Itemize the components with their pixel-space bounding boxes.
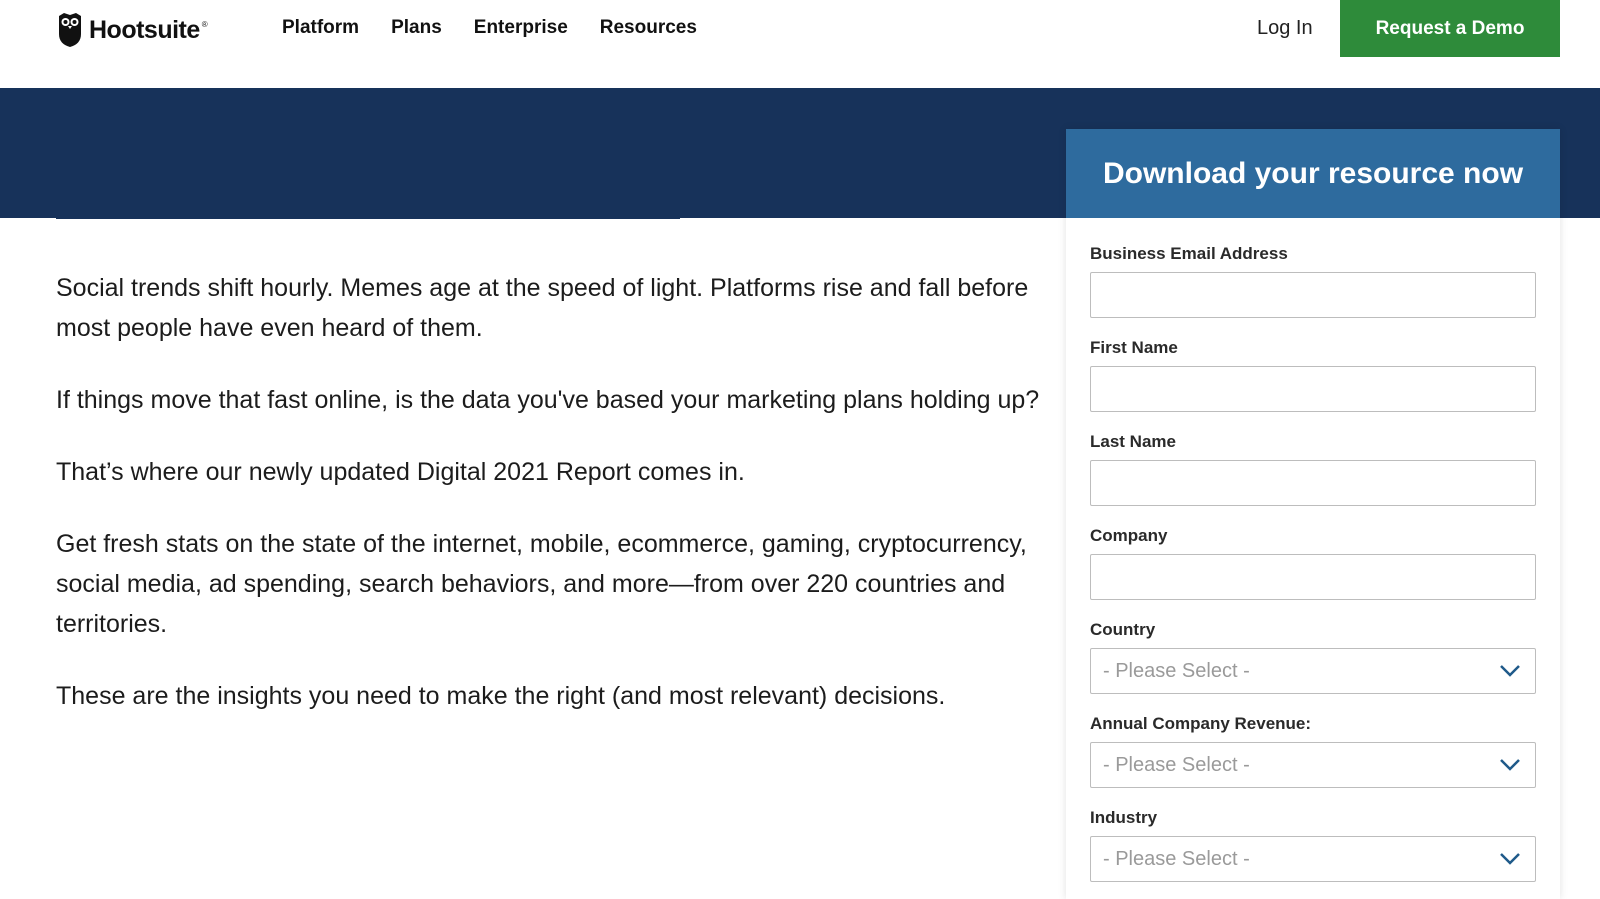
intro-copy: Social trends shift hourly. Memes age at…: [56, 268, 1041, 748]
field-label: Country: [1090, 620, 1156, 639]
industry-select[interactable]: - Please Select -: [1090, 836, 1536, 882]
country-select[interactable]: - Please Select -: [1090, 648, 1536, 694]
field-label: Business Email Address: [1090, 244, 1288, 263]
login-link[interactable]: Log In: [1257, 14, 1313, 42]
paragraph: If things move that fast online, is the …: [56, 386, 1040, 414]
chevron-down-icon: [1500, 665, 1520, 677]
field-label: First Name: [1090, 338, 1178, 357]
field-last-name: Last Name: [1090, 430, 1536, 506]
select-value: - Please Select -: [1103, 659, 1250, 682]
hootsuite-logo[interactable]: Hootsuite ®: [57, 12, 208, 48]
field-label: Industry: [1090, 808, 1158, 827]
company-input[interactable]: [1090, 554, 1536, 600]
form-body: Business Email Address First Name Last N…: [1066, 218, 1560, 882]
annual-revenue-select[interactable]: - Please Select -: [1090, 742, 1536, 788]
chevron-down-icon: [1500, 853, 1520, 865]
nav-resources[interactable]: Resources: [600, 14, 697, 42]
main-nav: Platform Plans Enterprise Resources: [282, 14, 697, 42]
field-label: Annual Company Revenue:: [1090, 714, 1312, 733]
business-email-input[interactable]: [1090, 272, 1536, 318]
field-label: Company: [1090, 526, 1168, 545]
chevron-down-icon: [1500, 759, 1520, 771]
request-demo-button[interactable]: Request a Demo: [1340, 0, 1560, 57]
paragraph: That’s where our newly updated Digital 2…: [56, 458, 745, 486]
site-header: Hootsuite ® Platform Plans Enterprise Re…: [0, 0, 1600, 88]
field-label: Last Name: [1090, 432, 1176, 451]
paragraph: These are the insights you need to make …: [56, 682, 946, 710]
first-name-input[interactable]: [1090, 366, 1536, 412]
nav-enterprise[interactable]: Enterprise: [474, 14, 568, 42]
select-value: - Please Select -: [1103, 753, 1250, 776]
field-business-email: Business Email Address: [1090, 242, 1536, 318]
field-company: Company: [1090, 524, 1536, 600]
owl-logo-icon: [59, 13, 81, 47]
hero-underline: [56, 216, 680, 219]
field-annual-revenue: Annual Company Revenue: - Please Select …: [1090, 712, 1536, 788]
field-first-name: First Name: [1090, 336, 1536, 412]
form-title: Download your resource now: [1066, 129, 1560, 218]
nav-plans[interactable]: Plans: [391, 14, 442, 42]
field-industry: Industry - Please Select -: [1090, 806, 1536, 882]
logo-wordmark: Hootsuite: [89, 15, 200, 44]
field-country: Country - Please Select -: [1090, 618, 1536, 694]
paragraph: Get fresh stats on the state of the inte…: [56, 530, 1027, 638]
last-name-input[interactable]: [1090, 460, 1536, 506]
nav-platform[interactable]: Platform: [282, 14, 359, 42]
download-form: Download your resource now Business Emai…: [1066, 129, 1560, 899]
select-value: - Please Select -: [1103, 847, 1250, 870]
registered-mark: ®: [201, 19, 208, 29]
paragraph: Social trends shift hourly. Memes age at…: [56, 274, 1029, 342]
